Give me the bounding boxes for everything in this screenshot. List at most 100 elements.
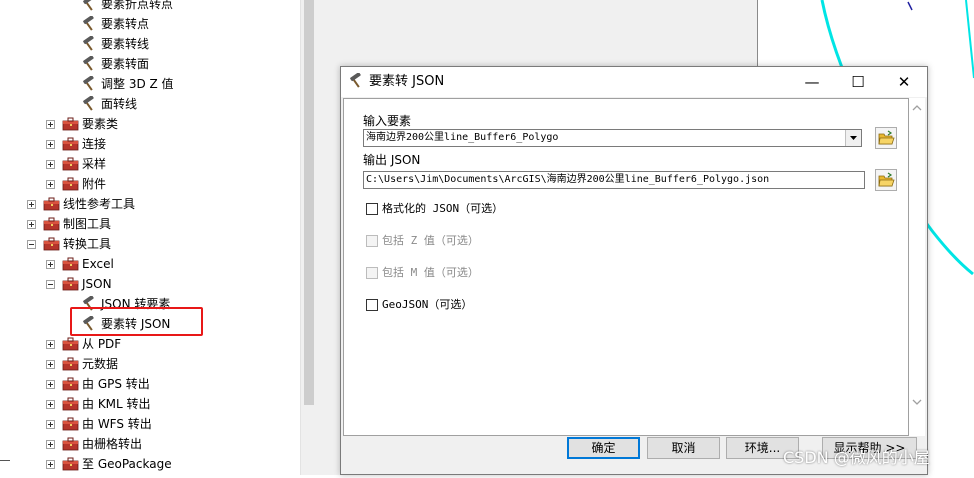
- toolbox-icon: [62, 137, 79, 151]
- expand-icon[interactable]: [46, 400, 55, 409]
- include-z-checkbox[interactable]: [366, 235, 378, 247]
- toolset-item[interactable]: 由栅格转出: [0, 434, 300, 454]
- tree-item-label: 面转线: [101, 97, 138, 111]
- scroll-down-arrow: [912, 399, 922, 405]
- toolbox-icon: [62, 437, 79, 451]
- tree-item-label: 转换工具: [63, 237, 112, 251]
- include-m-label: 包括 M 值（可选）: [382, 266, 479, 279]
- include-m-checkbox[interactable]: [366, 267, 378, 279]
- expand-icon[interactable]: [46, 360, 55, 369]
- geojson-checkbox[interactable]: [366, 299, 378, 311]
- tree-item-label: 从 PDF: [82, 337, 122, 351]
- toolset-item[interactable]: 元数据: [0, 354, 300, 374]
- dialog-title: 要素转 JSON: [369, 74, 445, 89]
- tool-item[interactable]: 面转线: [0, 94, 300, 114]
- tree-item-label: 元数据: [82, 357, 119, 371]
- tool-item[interactable]: 要素转面: [0, 54, 300, 74]
- tool-item[interactable]: 要素转线: [0, 34, 300, 54]
- toolbox-icon: [62, 277, 79, 291]
- tool-item[interactable]: 调整 3D Z 值: [0, 74, 300, 94]
- toolbox-icon: [62, 397, 79, 411]
- tree-item-label: 要素折点转点: [101, 0, 174, 11]
- toolbox-icon: [62, 337, 79, 351]
- toolbox-icon: [62, 257, 79, 271]
- expand-icon[interactable]: [46, 440, 55, 449]
- parameters-panel: 输入要素 海南边界200公里line_Buffer6_Polygo 输出 JSO…: [343, 98, 909, 436]
- cancel-button[interactable]: 取消: [647, 437, 720, 459]
- maximize-button[interactable]: ☐: [835, 67, 881, 97]
- collapse-icon[interactable]: [46, 280, 55, 289]
- input-features-combo[interactable]: 海南边界200公里line_Buffer6_Polygo: [363, 129, 862, 147]
- toolbox-item[interactable]: 制图工具: [0, 214, 300, 234]
- expand-icon[interactable]: [46, 140, 55, 149]
- formatted-json-checkbox[interactable]: [366, 203, 378, 215]
- tree-item-label: 调整 3D Z 值: [101, 77, 174, 91]
- hammer-icon: [83, 0, 94, 11]
- expand-icon[interactable]: [46, 340, 55, 349]
- expand-icon[interactable]: [46, 260, 55, 269]
- toolset-item[interactable]: 至 GeoPackage: [0, 454, 300, 474]
- scrollbar-thumb[interactable]: [304, 0, 314, 405]
- tree-item-label: 要素转点: [101, 17, 150, 31]
- chevron-down-icon[interactable]: [845, 130, 861, 146]
- expand-icon[interactable]: [46, 120, 55, 129]
- toolbox-icon: [62, 117, 79, 131]
- output-json-value: C:\Users\Jim\Documents\ArcGIS\海南边界200公里l…: [366, 174, 770, 185]
- toolset-item[interactable]: 由 GPS 转出: [0, 374, 300, 394]
- hammer-icon: [350, 73, 361, 88]
- tree-item-label: 要素类: [82, 117, 119, 131]
- toolset-item[interactable]: 由 KML 转出: [0, 394, 300, 414]
- hammer-icon: [83, 16, 94, 31]
- expand-icon[interactable]: [46, 460, 55, 469]
- toolbox-icon: [62, 457, 79, 471]
- expand-icon[interactable]: [46, 420, 55, 429]
- toolbox-icon: [43, 237, 60, 251]
- formatted-json-label: 格式化的 JSON（可选）: [382, 202, 504, 215]
- toolset-item[interactable]: 附件: [0, 174, 300, 194]
- expand-icon[interactable]: [46, 380, 55, 389]
- collapse-icon[interactable]: [27, 240, 36, 249]
- tree-item-label: 要素转线: [101, 37, 150, 51]
- toolset-item[interactable]: 由 WFS 转出: [0, 414, 300, 434]
- output-json-field[interactable]: C:\Users\Jim\Documents\ArcGIS\海南边界200公里l…: [363, 171, 865, 189]
- hammer-icon: [83, 76, 94, 91]
- browse-input-button[interactable]: [875, 127, 897, 149]
- tree-item-label: 至 GeoPackage: [82, 457, 172, 471]
- toolbox-icon: [43, 217, 60, 231]
- hammer-icon: [83, 56, 94, 71]
- toolbox-scrollbar[interactable]: [300, 0, 317, 475]
- expand-icon[interactable]: [27, 200, 36, 209]
- output-json-label: 输出 JSON: [363, 153, 421, 167]
- toolset-item[interactable]: 从 PDF: [0, 334, 300, 354]
- tree-item-label: 由 GPS 转出: [82, 377, 150, 391]
- tree-item-label: 要素转面: [101, 57, 150, 71]
- toolset-item[interactable]: 采样: [0, 154, 300, 174]
- watermark: CSDN @微风的小屋: [783, 448, 930, 467]
- minimize-button[interactable]: —: [789, 67, 835, 97]
- tree-item-label: 附件: [82, 177, 107, 191]
- boundary-line: [907, 1, 913, 11]
- dialog-content: 输入要素 海南边界200公里line_Buffer6_Polygo 输出 JSO…: [343, 98, 925, 458]
- expand-icon[interactable]: [46, 180, 55, 189]
- toolset-item[interactable]: Excel: [0, 254, 300, 274]
- dialog-titlebar[interactable]: 要素转 JSON — ☐ ✕: [341, 67, 927, 97]
- toolset-item[interactable]: 要素类: [0, 114, 300, 134]
- tool-item[interactable]: 要素转点: [0, 14, 300, 34]
- expand-icon[interactable]: [46, 160, 55, 169]
- tree-item-label: 线性参考工具: [63, 197, 136, 211]
- browse-output-button[interactable]: [875, 169, 897, 191]
- toolset-item[interactable]: JSON: [0, 274, 300, 294]
- tool-item[interactable]: 要素折点转点: [0, 0, 300, 14]
- toolset-item[interactable]: 连接: [0, 134, 300, 154]
- tree-connector-line: [0, 460, 10, 461]
- tree-item-label: 连接: [82, 137, 107, 151]
- ok-button[interactable]: 确定: [567, 437, 640, 459]
- scroll-up-arrow: [912, 105, 922, 111]
- close-button[interactable]: ✕: [881, 67, 927, 97]
- toolbox-item[interactable]: 转换工具: [0, 234, 300, 254]
- expand-icon[interactable]: [27, 220, 36, 229]
- open-folder-icon: [878, 172, 895, 187]
- open-folder-icon: [878, 130, 895, 145]
- parameters-scrollbar[interactable]: [909, 98, 925, 436]
- toolbox-item[interactable]: 线性参考工具: [0, 194, 300, 214]
